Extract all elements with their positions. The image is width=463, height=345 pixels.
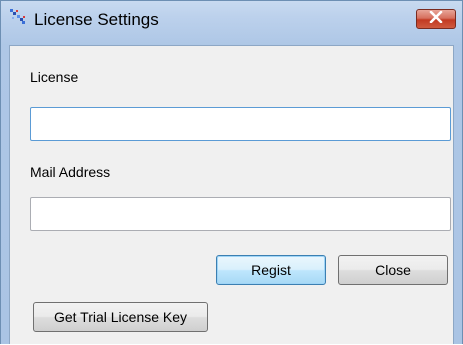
- close-icon: [429, 10, 443, 28]
- regist-button[interactable]: Regist: [216, 255, 326, 285]
- license-field[interactable]: [30, 107, 451, 141]
- dialog-body: License Mail Address Regist Close Get Tr…: [9, 45, 454, 344]
- title-bar[interactable]: License Settings: [1, 1, 462, 45]
- window-title: License Settings: [34, 10, 159, 29]
- license-label: License: [30, 69, 79, 85]
- close-window-button[interactable]: [416, 9, 456, 29]
- close-button[interactable]: Close: [338, 255, 448, 285]
- get-trial-license-key-button[interactable]: Get Trial License Key: [33, 302, 208, 332]
- mail-address-input[interactable]: [31, 198, 450, 230]
- mail-address-field[interactable]: [30, 197, 451, 231]
- license-input[interactable]: [31, 108, 450, 140]
- app-settings-icon: [9, 7, 29, 27]
- mail-address-label: Mail Address: [30, 164, 111, 180]
- license-settings-window: License Settings License Mail Address Re…: [0, 0, 463, 344]
